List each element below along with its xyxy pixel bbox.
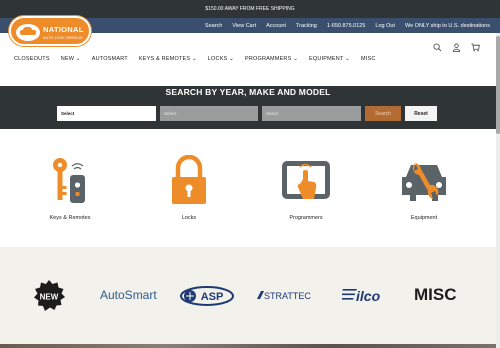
make-select[interactable]: Select xyxy=(160,106,258,121)
cart-icon[interactable] xyxy=(471,43,480,52)
programmer-tablet-icon xyxy=(282,161,330,199)
model-select[interactable]: Select xyxy=(262,106,361,121)
promo-text: $150.00 AWAY FROM FREE SHIPPING xyxy=(205,6,295,12)
nav-closeouts[interactable]: CLOSEOUTS xyxy=(14,56,50,62)
category-keys-remotes[interactable]: Keys & Remotes xyxy=(30,155,110,235)
brand-strattec-label: STRATTEC xyxy=(264,291,311,301)
nav-autosmart[interactable]: AUTOSMART xyxy=(92,56,128,62)
nav-locks[interactable]: LOCKS ⌄ xyxy=(208,56,234,62)
brand-autosmart[interactable]: AutoSmart xyxy=(100,288,157,302)
brand-ilco-label: ilco xyxy=(356,288,381,304)
ymm-search-title: SEARCH BY YEAR, MAKE AND MODEL xyxy=(165,87,331,97)
search-icon[interactable] xyxy=(433,43,442,52)
ymm-search-button[interactable]: Search xyxy=(365,106,401,121)
category-label-keys-remotes: Keys & Remotes xyxy=(49,215,91,221)
category-programmers[interactable]: Programmers xyxy=(266,155,346,235)
brand-new-label: NEW xyxy=(40,293,59,302)
category-locks[interactable]: Locks xyxy=(149,155,229,235)
brand-new-badge[interactable]: NEW xyxy=(32,279,66,313)
top-link-view-cart[interactable]: View Cart xyxy=(232,23,256,29)
account-icon[interactable] xyxy=(452,43,461,52)
bottom-banner-strip xyxy=(0,344,496,348)
top-link-account[interactable]: Account xyxy=(266,23,286,29)
nav-misc[interactable]: MISC xyxy=(361,56,376,62)
nav-new[interactable]: NEW ⌄ xyxy=(61,56,81,62)
nav-equipment[interactable]: EQUIPMENT ⌄ xyxy=(309,56,350,62)
brand-asp-logo[interactable]: ASP xyxy=(180,286,235,306)
top-link-logout[interactable]: Log Out xyxy=(375,23,395,29)
top-links: Search View Cart Account Tracking 1-650.… xyxy=(205,18,490,33)
car-logo-icon xyxy=(16,24,40,41)
category-equipment[interactable]: Equipment xyxy=(384,155,464,235)
equipment-car-wrench-icon xyxy=(402,163,446,201)
top-link-tracking[interactable]: Tracking xyxy=(296,23,317,29)
category-label-locks: Locks xyxy=(181,215,197,221)
brand-strattec-logo[interactable]: STRATTEC xyxy=(256,289,316,301)
category-label-equipment: Equipment xyxy=(410,215,438,221)
top-shipping-note: We ONLY ship to U.S. destinations xyxy=(405,22,490,29)
nav-keys-remotes[interactable]: KEYS & REMOTES ⌄ xyxy=(139,56,197,62)
year-select[interactable]: Select xyxy=(57,106,156,121)
lock-icon xyxy=(172,155,206,204)
page-scrollbar-thumb[interactable] xyxy=(496,36,500,134)
brand-ilco-logo[interactable]: ilco xyxy=(342,286,388,304)
keys-remotes-icon xyxy=(53,158,85,203)
brand-misc[interactable]: MISC xyxy=(414,285,457,305)
ymm-reset-button[interactable]: Reset xyxy=(405,106,437,121)
top-link-search[interactable]: Search xyxy=(205,23,222,29)
top-link-phone[interactable]: 1-650.875.0125 xyxy=(327,23,366,29)
main-nav: CLOSEOUTS NEW ⌄ AUTOSMART KEYS & REMOTES… xyxy=(14,56,376,62)
brand-asp-label: ASP xyxy=(201,291,224,303)
header-icons xyxy=(433,43,480,52)
site-logo[interactable]: NATIONAL AUTO LOCK SERVICE xyxy=(9,16,91,46)
logo-tagline: AUTO LOCK SERVICE xyxy=(43,36,83,40)
logo-name: NATIONAL xyxy=(43,25,84,34)
category-label-programmers: Programmers xyxy=(289,215,323,221)
nav-programmers[interactable]: PROGRAMMERS ⌄ xyxy=(245,56,298,62)
